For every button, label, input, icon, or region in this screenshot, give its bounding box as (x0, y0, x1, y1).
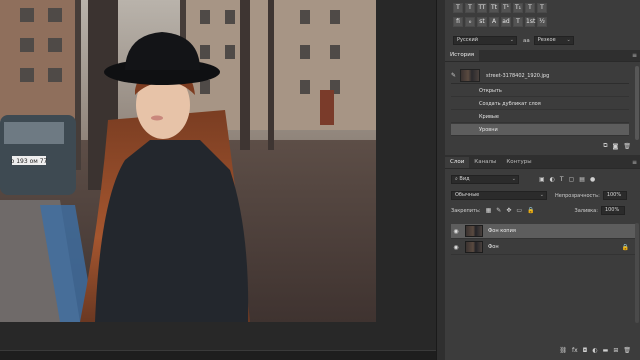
glyph-button-5[interactable]: T (513, 17, 523, 27)
group-icon[interactable]: ▬ (603, 347, 609, 354)
snapshot-thumbnail (460, 69, 481, 82)
history-snapshot[interactable]: ✎ street-3178402_1920.jpg (451, 68, 629, 84)
new-document-from-state-icon[interactable]: ⧉ (603, 142, 607, 150)
subscript-button[interactable]: T₁ (513, 3, 523, 13)
history-tabbar: История ≡ (445, 50, 640, 62)
small-caps-button[interactable]: Tt (489, 3, 499, 13)
chevron-down-icon: ⌄ (566, 37, 571, 43)
layer-thumbnail (465, 225, 483, 237)
glyph-button-4[interactable]: ad (501, 17, 511, 27)
lock-artboard-icon[interactable]: ▭ (516, 207, 522, 214)
history-item[interactable]: Открыть (451, 85, 629, 97)
bold-style-button[interactable]: T (453, 3, 463, 13)
italic-style-button[interactable]: T (465, 3, 475, 13)
layer-name: Фон (488, 244, 499, 250)
tab-history[interactable]: История (445, 50, 480, 61)
lock-all-icon[interactable]: 🔒 (527, 207, 534, 214)
tab-paths[interactable]: Контуры (501, 157, 536, 168)
glyph-button-3[interactable]: A (489, 17, 499, 27)
filter-smart-object-icon[interactable]: ▤ (579, 176, 585, 183)
panel-menu-icon[interactable]: ≡ (632, 157, 637, 168)
caps-style-button[interactable]: TT (477, 3, 487, 13)
history-item-label: Открыть (479, 87, 502, 94)
history-scrollbar[interactable] (635, 66, 639, 140)
fill-input[interactable]: 100% (600, 206, 625, 215)
history-item-label: Кривые (479, 113, 499, 120)
glyph-button-7[interactable]: ½ (537, 17, 547, 27)
layer-thumbnail (465, 241, 483, 253)
chevron-down-icon: ⌄ (509, 37, 514, 43)
opacity-input[interactable]: 100% (602, 191, 627, 200)
blend-mode-select[interactable]: Обычные ⌄ (451, 191, 547, 200)
tab-channels[interactable]: Каналы (469, 157, 501, 168)
history-panel: История ≡ ✎ street-3178402_1920.jpg Откр… (445, 50, 640, 155)
blend-mode-value: Обычные (455, 192, 480, 198)
adjustment-icon[interactable]: ◐ (592, 347, 597, 354)
layers-scrollbar[interactable] (635, 223, 639, 323)
antialias-select[interactable]: Резкое ⌄ (533, 36, 574, 45)
lock-pixels-icon[interactable]: ✎ (496, 207, 501, 214)
tab-layers[interactable]: Слои (445, 157, 470, 168)
filter-pixel-icon[interactable]: ▣ (539, 176, 545, 183)
filter-toggle-icon[interactable]: ● (590, 176, 595, 183)
mask-icon[interactable]: ◘ (583, 347, 588, 354)
antialias-value: Резкое (537, 37, 556, 43)
panel-menu-icon[interactable]: ≡ (632, 50, 637, 61)
lock-position-icon[interactable]: ✥ (506, 207, 511, 214)
glyph-button-6[interactable]: 1st (525, 17, 535, 27)
aa-icon: aa (523, 37, 530, 44)
layer-name: Фон копия (488, 228, 516, 234)
snapshot-name: street-3178402_1920.jpg (486, 72, 550, 79)
photo-portrait: о 193 ом 77 (0, 0, 376, 322)
history-item-selected[interactable]: Уровни (451, 124, 629, 136)
chevron-down-icon: ⌄ (539, 192, 544, 198)
superscript-button[interactable]: T¹ (501, 3, 511, 13)
lock-label: Закрепить: (451, 207, 481, 214)
new-layer-icon[interactable]: ⊞ (613, 347, 618, 354)
layers-tabbar: Слои Каналы Контуры ≡ (445, 157, 640, 169)
glyph-button-1[interactable]: ℴ (465, 17, 475, 27)
layer-row[interactable]: ◉ Фон 🔒 (451, 240, 637, 255)
canvas-area[interactable]: о 193 ом 77 (0, 0, 436, 350)
filter-shape-icon[interactable]: ▢ (569, 176, 575, 183)
right-panel-dock: T T TT Tt T¹ T₁ T T ﬁ ℴ st A ad T 1st ½ … (436, 0, 640, 360)
brush-source-icon: ✎ (451, 72, 457, 79)
chevron-down-icon: ⌄ (511, 176, 516, 182)
lock-transparent-icon[interactable]: ▦ (486, 207, 492, 214)
layers-panel: Слои Каналы Контуры ≡ ⌕ Вид ⌄ ▣ ◐ T ▢ ▤ … (445, 157, 640, 360)
opacity-label: Непрозрачность: (555, 192, 600, 199)
fx-icon[interactable]: fx (572, 347, 578, 354)
link-icon[interactable]: ⛓ (559, 347, 567, 354)
filter-type-icon[interactable]: T (560, 176, 564, 183)
fill-label: Заливка: (574, 207, 598, 214)
trash-icon[interactable]: 🗑 (623, 347, 631, 354)
glyph-button-0[interactable]: ﬁ (453, 17, 463, 27)
glyph-button-2[interactable]: st (477, 17, 487, 27)
fill-value: 100% (604, 207, 620, 213)
history-item-label: Создать дубликат слоя (479, 100, 541, 107)
underline-button[interactable]: T (525, 3, 535, 13)
document-image[interactable]: о 193 ом 77 (0, 0, 376, 322)
car-plate: о 193 ом 77 (11, 158, 48, 165)
history-item[interactable]: Кривые (451, 111, 629, 123)
trash-icon[interactable]: 🗑 (623, 143, 631, 150)
filter-kind-value: Вид (459, 176, 470, 182)
history-item-label: Уровни (479, 126, 498, 133)
language-select[interactable]: Русский ⌄ (453, 36, 517, 45)
layer-filter-select[interactable]: ⌕ Вид ⌄ (451, 175, 519, 184)
eye-icon[interactable]: ◉ (451, 244, 461, 251)
eye-icon[interactable]: ◉ (451, 228, 461, 235)
strikethrough-button[interactable]: T (537, 3, 547, 13)
status-bar (0, 350, 436, 360)
filter-adjustment-icon[interactable]: ◐ (550, 176, 555, 183)
history-item[interactable]: Создать дубликат слоя (451, 98, 629, 110)
language-value: Русский (457, 37, 478, 43)
lock-icon: 🔒 (621, 243, 629, 251)
camera-icon[interactable]: ◙ (613, 143, 619, 150)
character-panel: T T TT Tt T¹ T₁ T T ﬁ ℴ st A ad T 1st ½ … (445, 0, 640, 50)
layer-row-selected[interactable]: ◉ Фон копия (451, 224, 637, 239)
opacity-value: 100% (606, 192, 622, 198)
